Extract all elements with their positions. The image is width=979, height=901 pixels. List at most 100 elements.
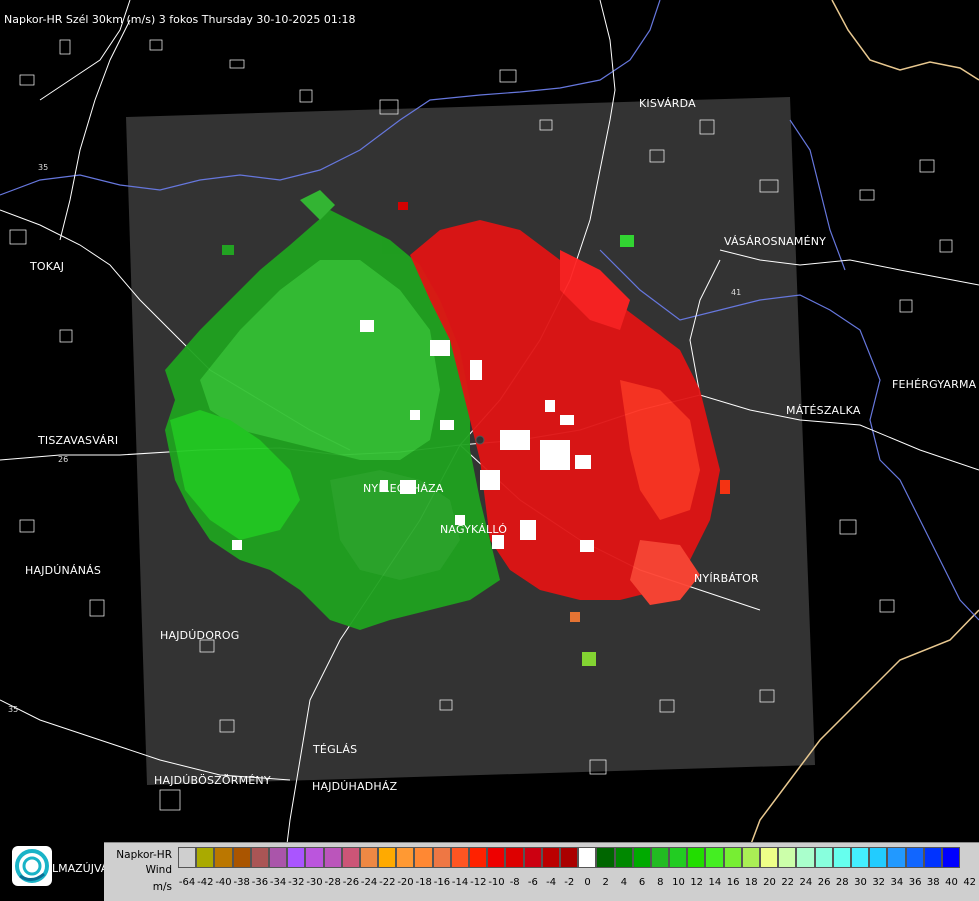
- legend-tick-label: -12: [470, 877, 487, 888]
- legend-tick-label: 42: [963, 877, 977, 888]
- legend-tick-label: -20: [397, 877, 414, 888]
- radar-map: 35 26 41 35: [0, 0, 979, 900]
- legend-swatch: [541, 847, 560, 868]
- legend-tick-label: -8: [509, 877, 520, 888]
- legend-tick-label: 40: [945, 877, 958, 888]
- legend-tick-label: 26: [817, 877, 831, 888]
- legend-line-unit: m/s: [152, 881, 172, 893]
- city-label-hajdudorog: HAJDÚDOROG: [160, 629, 240, 642]
- legend-tick-label: 30: [854, 877, 867, 888]
- legend-tick-label: 24: [799, 877, 813, 888]
- legend-swatch: [687, 847, 706, 868]
- city-label-mateszalka: MÁTÉSZALKA: [786, 404, 861, 417]
- legend-tick-label: -38: [233, 877, 250, 888]
- legend-tick-label: -36: [251, 877, 269, 888]
- legend-swatch: [887, 847, 906, 868]
- legend-swatch: [850, 847, 870, 868]
- logo-icon: [12, 846, 52, 886]
- city-label-nagykallo: NAGYKÁLLÓ: [440, 523, 508, 536]
- legend-swatch: [268, 847, 288, 868]
- legend-swatch: [650, 847, 670, 868]
- city-label-teglas: TÉGLÁS: [313, 743, 358, 756]
- legend-tick-label: -2: [564, 877, 575, 888]
- city-label-hajdunanas: HAJDÚNÁNÁS: [25, 564, 102, 577]
- legend-tick-label: -4: [546, 877, 557, 888]
- legend-tick-label: -16: [433, 877, 451, 888]
- legend-swatch: [923, 847, 942, 868]
- legend-tick-label: 4: [620, 877, 628, 888]
- legend-swatch: [669, 847, 688, 868]
- legend-tick-label: 20: [763, 877, 776, 888]
- legend-tick-label: -34: [269, 877, 287, 888]
- legend-tick-label: -28: [324, 877, 341, 888]
- legend-swatch: [559, 847, 579, 868]
- legend-tick-label: 8: [657, 877, 664, 888]
- legend-swatch: [396, 847, 415, 868]
- city-label-fehergyarmat: FEHÉRGYARMA: [892, 378, 977, 391]
- legend-tick-label: -64: [178, 877, 196, 888]
- city-label-nyirbator: NYÍRBÁTOR: [694, 572, 759, 585]
- legend-tick-label: -6: [527, 877, 538, 888]
- legend-swatch: [487, 847, 506, 868]
- legend-title: Napkor-HR Wind m/s: [104, 843, 176, 901]
- legend-tick-label: -18: [415, 877, 432, 888]
- wind-legend: Napkor-HR Wind m/s -64 -42 -40 -38 -36 -34 -32…: [104, 842, 979, 901]
- legend-swatch: [905, 847, 924, 868]
- city-label-tokaj: TOKAJ: [30, 260, 65, 273]
- legend-tick-label: 28: [835, 877, 849, 888]
- legend-swatch: [596, 847, 615, 868]
- legend-swatch: [196, 847, 215, 868]
- legend-swatch: [250, 847, 269, 868]
- city-label-nyiregyhaza: NYÍREGYHÁZA: [363, 482, 444, 495]
- legend-swatch: [378, 847, 397, 868]
- legend-tick-label: -40: [215, 877, 232, 888]
- border-line: [831, 0, 979, 81]
- legend-tick-label: 22: [781, 877, 795, 888]
- legend-swatch: [796, 847, 815, 868]
- legend-swatch: [741, 847, 760, 868]
- legend-swatch: [232, 847, 251, 868]
- legend-swatch: [432, 847, 451, 868]
- legend-swatch: [323, 847, 342, 868]
- road-number: 35: [38, 163, 48, 172]
- legend-tick-label: 14: [708, 877, 722, 888]
- legend-line-product: Napkor-HR: [116, 849, 172, 861]
- legend-tick-label: 0: [584, 877, 591, 888]
- road-number: 35: [8, 705, 18, 714]
- legend-tick-label: 34: [890, 877, 904, 888]
- legend-tick-label: -24: [360, 877, 378, 888]
- legend-tick-label: 32: [872, 877, 886, 888]
- legend-swatch: [414, 847, 433, 868]
- legend-tick-label: -30: [306, 877, 323, 888]
- legend-tick-label: -26: [342, 877, 360, 888]
- city-label-kisvarda: KISVÁRDA: [639, 97, 696, 110]
- legend-swatch: [705, 847, 724, 868]
- road-number: 26: [58, 455, 68, 464]
- legend-tick-label: 18: [744, 877, 758, 888]
- legend-swatch: [941, 847, 961, 868]
- legend-swatch: [778, 847, 797, 868]
- legend-tick-label: -42: [197, 877, 214, 888]
- legend-tick-label: 36: [908, 877, 922, 888]
- city-label-hajduhadhaz: HAJDÚHADHÁZ: [312, 780, 398, 793]
- legend-color-scale: [178, 847, 961, 868]
- legend-swatch: [305, 847, 324, 868]
- legend-swatch: [287, 847, 306, 868]
- legend-tick-label: 16: [726, 877, 740, 888]
- legend-tick-label: -32: [288, 877, 305, 888]
- legend-tick-label: -22: [379, 877, 396, 888]
- legend-swatch: [832, 847, 851, 868]
- legend-swatch: [614, 847, 633, 868]
- legend-swatch: [450, 847, 469, 868]
- legend-tick-label: 2: [602, 877, 609, 888]
- legend-swatch: [814, 847, 833, 868]
- legend-swatch: [869, 847, 888, 868]
- map-title: Napkor-HR Szél 30km (m/s) 3 fokos Thursd…: [4, 13, 356, 26]
- city-label-hajduboszormeny: HAJDÚBÖSZÖRMÉNY: [154, 774, 271, 787]
- legend-swatch: [632, 847, 651, 868]
- legend-swatch: [505, 847, 524, 868]
- legend-tick-label: 38: [926, 877, 940, 888]
- legend-tick-label: -14: [451, 877, 469, 888]
- legend-tick-label: 12: [690, 877, 704, 888]
- legend-swatch: [469, 847, 488, 868]
